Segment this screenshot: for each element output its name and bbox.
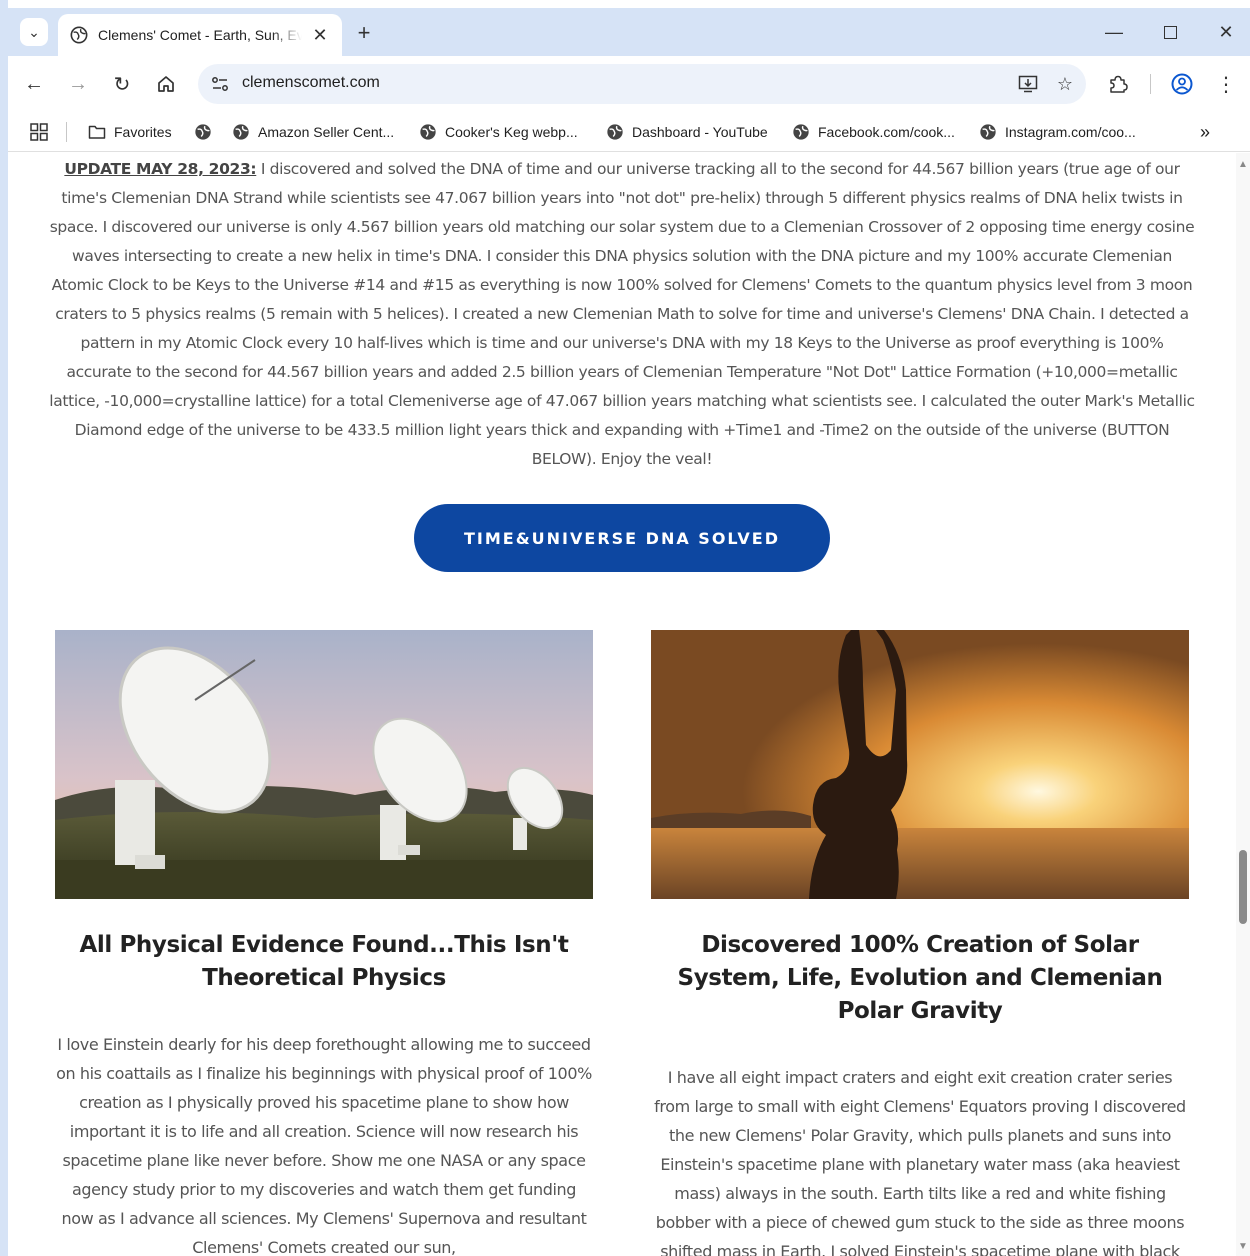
tab-title: Clemens' Comet - Earth, Sun, Evolution	[98, 27, 302, 43]
install-app-icon[interactable]	[1016, 72, 1040, 96]
page-content: UPDATE MAY 28, 2023: I discovered and so…	[8, 153, 1236, 1256]
bookmarks-overflow-icon[interactable]: »	[1200, 120, 1210, 144]
card-creation-solar-system: Discovered 100% Creation of Solar System…	[651, 630, 1189, 1256]
bookmark-label: Facebook.com/cook...	[818, 124, 955, 140]
bookmarks-separator	[66, 122, 67, 142]
update-paragraph: UPDATE MAY 28, 2023: I discovered and so…	[48, 155, 1196, 474]
bookmark-favorites[interactable]: Favorites	[88, 120, 172, 144]
sunset-yoga-silhouette-image	[651, 630, 1189, 899]
bookmark-facebook[interactable]: Facebook.com/cook...	[792, 120, 955, 144]
forward-arrow-icon[interactable]: →	[66, 72, 90, 96]
page-scrollbar[interactable]: ▲ ▼	[1236, 153, 1250, 1256]
menu-kebab-icon[interactable]: ⋮	[1214, 72, 1238, 96]
radio-telescopes-image	[55, 630, 593, 899]
bookmark-instagram[interactable]: Instagram.com/coo...	[979, 120, 1136, 144]
scroll-thumb[interactable]	[1239, 850, 1247, 924]
home-icon[interactable]	[154, 72, 178, 96]
profile-avatar-icon[interactable]	[1170, 72, 1194, 96]
globe-icon	[233, 124, 249, 140]
site-info-icon[interactable]	[208, 72, 232, 96]
tab-strip: ⌄ Clemens' Comet - Earth, Sun, Evolution…	[8, 8, 1250, 56]
bookmark-star-icon[interactable]: ☆	[1053, 72, 1077, 96]
card-body: I love Einstein dearly for his deep fore…	[56, 1035, 592, 1256]
bookmark-label: Dashboard - YouTube	[632, 124, 768, 140]
card-title: Discovered 100% Creation of Solar System…	[677, 932, 1163, 1024]
globe-icon	[793, 124, 809, 140]
toolbar-separator	[1150, 74, 1151, 94]
globe-icon	[420, 124, 436, 140]
globe-icon	[607, 124, 623, 140]
url-text: clemenscomet.com	[242, 74, 380, 91]
new-tab-button[interactable]: +	[352, 20, 376, 46]
card-physical-evidence: All Physical Evidence Found...This Isn't…	[55, 630, 593, 1256]
time-universe-dna-button[interactable]: TIME&UNIVERSE DNA SOLVED	[414, 504, 830, 572]
globe-icon	[980, 124, 996, 140]
bookmark-label: Cooker's Keg webp...	[445, 124, 578, 140]
browser-toolbar: ← → ↻ clemenscomet.com ☆ ⋮	[8, 56, 1250, 112]
back-arrow-icon[interactable]: ←	[22, 72, 46, 96]
bookmark-cookers-keg[interactable]: Cooker's Keg webp...	[419, 120, 578, 144]
maximize-icon[interactable]	[1158, 20, 1182, 44]
reload-icon[interactable]: ↻	[110, 72, 134, 96]
bookmark-youtube-dashboard[interactable]: Dashboard - YouTube	[606, 120, 768, 144]
active-tab[interactable]: Clemens' Comet - Earth, Sun, Evolution ✕	[58, 14, 342, 56]
extensions-icon[interactable]	[1106, 72, 1130, 96]
globe-icon	[70, 26, 88, 44]
bookmark-globe[interactable]	[194, 120, 220, 144]
update-text: I discovered and solved the DNA of time …	[49, 160, 1195, 468]
scroll-up-arrow-icon[interactable]: ▲	[1238, 159, 1248, 170]
card-body: I have all eight impact craters and eigh…	[654, 1068, 1186, 1256]
bookmarks-bar: Favorites Amazon Seller Cent... Cooker's…	[8, 112, 1250, 152]
card-title: All Physical Evidence Found...This Isn't…	[79, 932, 569, 991]
bookmark-label: Instagram.com/coo...	[1005, 124, 1136, 140]
address-bar[interactable]: clemenscomet.com ☆	[198, 64, 1086, 104]
scroll-down-arrow-icon[interactable]: ▼	[1238, 1241, 1248, 1252]
close-window-icon[interactable]: ✕	[1214, 20, 1238, 44]
folder-icon	[88, 125, 106, 139]
bookmark-amazon-seller[interactable]: Amazon Seller Cent...	[232, 120, 394, 144]
tab-close-icon[interactable]: ✕	[310, 25, 330, 46]
update-date-label: UPDATE MAY 28, 2023:	[64, 160, 257, 178]
bookmark-label: Amazon Seller Cent...	[258, 124, 395, 140]
chevron-down-icon: ⌄	[28, 23, 40, 40]
bookmark-label: Favorites	[114, 124, 172, 140]
apps-grid-icon[interactable]	[30, 120, 48, 144]
globe-icon	[195, 124, 211, 140]
tab-search-button[interactable]: ⌄	[20, 18, 48, 46]
minimize-icon[interactable]: —	[1102, 20, 1126, 44]
